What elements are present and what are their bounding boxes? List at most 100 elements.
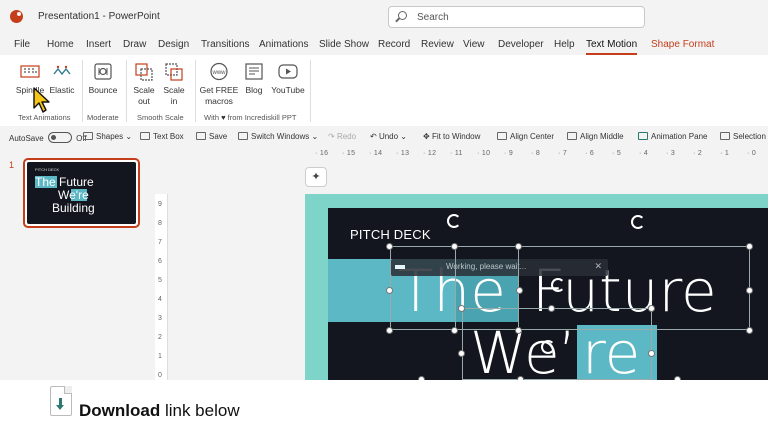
align-middle-button[interactable]: Align Middle [567,132,624,141]
group-from-label: from Incrediskill PPT [227,113,297,122]
ruler-tick-label: · 0 [747,150,757,157]
resize-handle[interactable] [386,287,393,294]
resize-handle[interactable] [515,243,522,250]
tab-home[interactable]: Home [47,39,74,50]
selection-pane-icon [720,132,730,140]
resize-handle[interactable] [386,327,393,334]
quick-access-toolbar: AutoSave Off Shapes ⌄ Text Box Save Swit… [0,126,768,148]
redo-button[interactable]: ↷ Redo [328,132,356,141]
undo-button[interactable]: ↶ Undo ⌄ [370,132,407,141]
redo-icon: ↷ [328,132,335,141]
slide-number: 1 [9,160,15,170]
switch-windows-button[interactable]: Switch Windows ⌄ [238,132,318,141]
tab-developer[interactable]: Developer [498,39,544,50]
spindle-icon [20,62,40,81]
save-icon [196,132,206,140]
rotate-handle-icon[interactable] [631,215,645,229]
save-button[interactable]: Save [196,132,227,141]
scale-out-button[interactable]: Scale out [130,62,158,107]
fit-to-window-button[interactable]: ✥ Fit to Window [423,132,480,141]
ruler-tick-label: 1 [158,353,162,360]
ruler-tick-label: 2 [158,334,162,341]
scale-in-button[interactable]: Scale in [160,62,188,107]
resize-handle[interactable] [648,305,655,312]
vertical-ruler: 9 8 7 6 5 4 3 2 1 0 [155,194,168,380]
align-center-icon [497,132,507,140]
slide-thumbnail-preview: PITCH DECK The Future We're Building [27,162,136,224]
undo-icon: ↶ [370,132,377,141]
redo-label: Redo [336,132,357,141]
horizontal-ruler: · 16 · 15 · 14 · 13 · 12 · 11 · 10 · 9 · 8 · 7 · 6… [305,148,768,161]
tab-slide-show[interactable]: Slide Show [319,39,369,50]
autosave-toggle[interactable]: AutoSave Off [9,132,87,143]
get-free-macros-button[interactable]: www Get FREE macros [199,62,239,107]
animation-pane-icon [638,132,648,140]
ruler-tick-label: · 10 [477,150,491,157]
resize-handle[interactable] [458,305,465,312]
tab-design[interactable]: Design [158,39,189,50]
window-title: Presentation1 - PowerPoint [38,11,160,22]
resize-handle[interactable] [746,327,753,334]
ruler-tick-label: · 16 [315,150,329,157]
cursor-pointer-icon [33,87,50,113]
resize-handle[interactable] [746,287,753,294]
text-box-button[interactable]: Text Box [140,132,184,141]
ruler-tick-label: · 9 [504,150,514,157]
tab-insert[interactable]: Insert [86,39,111,50]
thumb-pitch-text: PITCH DECK [35,167,60,172]
tab-file[interactable]: File [14,39,30,50]
youtube-button[interactable]: YouTube [270,62,306,96]
resize-handle[interactable] [515,327,522,334]
ruler-tick-label: · 13 [396,150,410,157]
rotate-handle-icon[interactable] [541,340,555,354]
selection-pane-label: Selection P [733,132,768,141]
tab-animations[interactable]: Animations [259,39,308,50]
tab-draw[interactable]: Draw [123,39,146,50]
magic-wand-icon[interactable]: ✦ [305,167,327,187]
download-file-icon [50,386,72,416]
tab-review[interactable]: Review [421,39,454,50]
tab-transitions[interactable]: Transitions [201,39,250,50]
resize-handle[interactable] [746,243,753,250]
bounce-button[interactable]: Bounce [86,62,120,96]
align-center-button[interactable]: Align Center [497,132,554,141]
selection-box[interactable] [462,308,652,380]
align-center-label: Align Center [510,132,555,141]
shapes-button[interactable]: Shapes ⌄ [83,132,132,141]
resize-handle[interactable] [451,327,458,334]
youtube-label: YouTube [271,85,305,95]
tab-text-motion[interactable]: Text Motion [586,39,638,55]
tab-help[interactable]: Help [554,39,575,50]
download-bold: Download [79,401,161,420]
tab-view[interactable]: View [463,39,485,50]
blog-button[interactable]: Blog [240,62,268,96]
resize-handle[interactable] [648,350,655,357]
slide-thumbnail[interactable]: PITCH DECK The Future We're Building [23,158,140,228]
ruler-tick-label: · 1 [720,150,730,157]
rotate-handle-icon[interactable] [551,278,565,292]
tab-shape-format[interactable]: Shape Format [651,39,714,50]
resize-handle[interactable] [548,305,555,312]
selection-pane-button[interactable]: Selection P [720,132,768,141]
resize-handle[interactable] [516,287,523,294]
blog-icon [244,62,264,81]
fit-to-window-icon: ✥ [423,132,430,141]
ruler-tick-label: · 2 [693,150,703,157]
download-caption[interactable]: Download link below [79,401,240,421]
ruler-tick-label: · 3 [666,150,676,157]
animation-pane-button[interactable]: Animation Pane [638,132,707,141]
resize-handle[interactable] [386,243,393,250]
autosave-label: AutoSave [9,134,44,143]
shapes-label: Shapes [96,132,124,141]
rotate-handle-icon[interactable] [447,214,461,228]
resize-handle[interactable] [451,243,458,250]
search-box[interactable]: Search [388,6,645,28]
vertical-ruler-ticks: 9 8 7 6 5 4 3 2 1 0 [158,201,162,379]
tab-record[interactable]: Record [378,39,410,50]
svg-text:www: www [212,70,227,76]
resize-handle[interactable] [458,350,465,357]
ribbon-tabs: File Home Insert Draw Design Transitions… [0,33,768,55]
ruler-tick-label: 4 [158,296,162,303]
ruler-tick-label: 9 [158,201,162,208]
slide-pitch-deck-text[interactable]: PITCH DECK [350,227,431,242]
